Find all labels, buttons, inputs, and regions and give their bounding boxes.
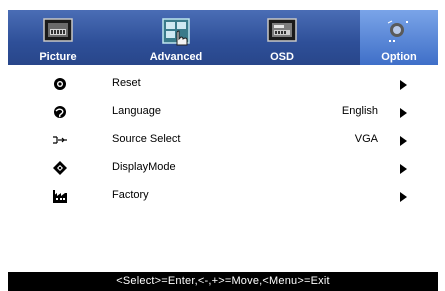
tab-advanced[interactable]: Advanced xyxy=(126,10,226,65)
tab-label: Advanced xyxy=(149,51,203,63)
osd-menu: Picture Advanced OSD Option Reset Langua… xyxy=(8,10,438,291)
menu-item-language[interactable]: Language English xyxy=(8,100,438,126)
menu-item-label: Factory xyxy=(112,189,149,201)
menu-item-label: Reset xyxy=(112,77,141,89)
menu-item-label: Language xyxy=(112,105,161,117)
menu-item-value: English xyxy=(341,105,378,117)
menu-item-factory[interactable]: Factory xyxy=(8,184,438,210)
tab-option[interactable]: Option xyxy=(360,10,438,65)
menu-item-reset[interactable]: Reset xyxy=(8,72,438,98)
language-icon xyxy=(54,106,66,118)
tab-label: Option xyxy=(381,51,417,63)
tab-picture[interactable]: Picture xyxy=(18,10,98,65)
option-icon xyxy=(387,20,408,42)
menu-item-source-select[interactable]: Source Select VGA xyxy=(8,128,438,154)
osd-icon xyxy=(267,18,297,42)
chevron-right-icon xyxy=(400,136,407,146)
tab-bar: Picture Advanced OSD Option xyxy=(8,10,438,65)
help-status-bar: <Select>=Enter,<-,+>=Move,<Menu>=Exit xyxy=(8,272,438,291)
reset-icon xyxy=(54,78,66,90)
tab-label: Picture xyxy=(39,51,77,63)
picture-icon xyxy=(43,18,73,42)
factory-icon xyxy=(53,190,67,203)
menu-item-label: Source Select xyxy=(112,133,181,145)
menu-item-value: VGA xyxy=(354,133,378,145)
chevron-right-icon xyxy=(400,80,407,90)
menu-item-display-mode[interactable]: DisplayMode xyxy=(8,156,438,182)
menu-item-label: DisplayMode xyxy=(112,161,176,173)
display-mode-icon xyxy=(53,161,67,175)
chevron-right-icon xyxy=(400,164,407,174)
advanced-icon xyxy=(162,18,190,46)
chevron-right-icon xyxy=(400,192,407,202)
source-select-icon xyxy=(53,136,67,144)
chevron-right-icon xyxy=(400,108,407,118)
tab-osd[interactable]: OSD xyxy=(242,10,322,65)
tab-label: OSD xyxy=(270,51,294,63)
